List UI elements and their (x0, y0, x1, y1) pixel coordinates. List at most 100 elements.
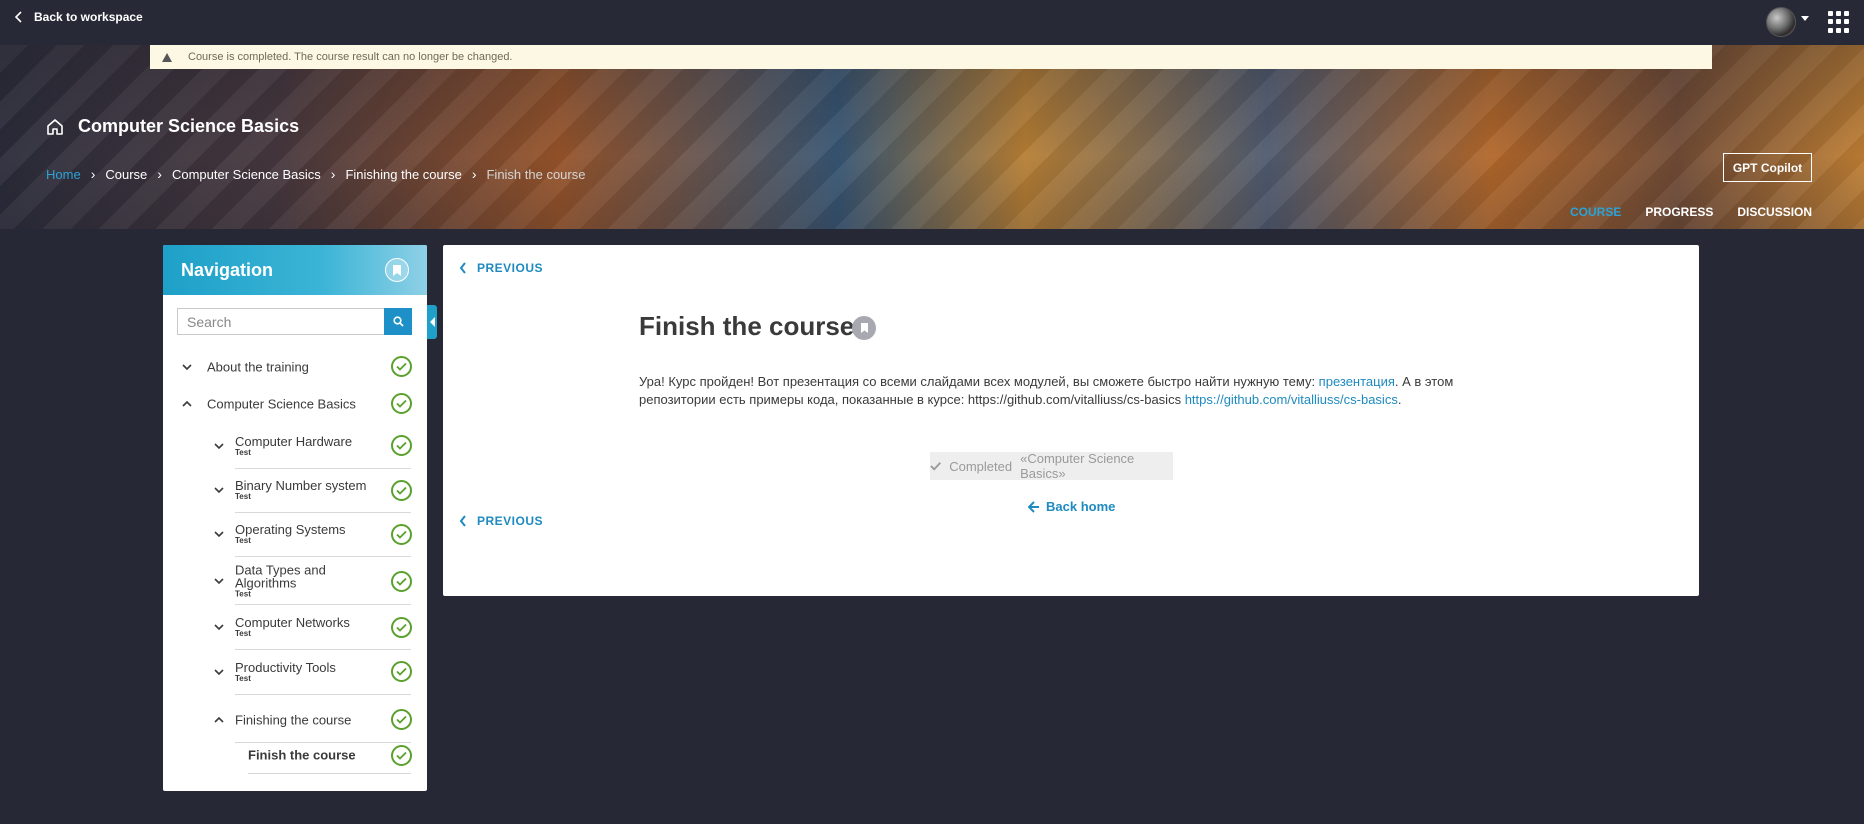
check-circle-icon (391, 570, 412, 592)
chevron-down-icon[interactable] (213, 440, 225, 452)
nav-item[interactable]: Finishing the course (163, 697, 427, 742)
completed-label: Completed (949, 458, 1013, 474)
nav-item-label: Operating Systems (235, 522, 346, 537)
nav-item[interactable]: Productivity Tools Test (163, 649, 427, 694)
nav-item-sublabel: Test (235, 589, 251, 599)
checkmark-icon (930, 462, 941, 471)
chevron-down-icon[interactable] (213, 528, 225, 540)
previous-label: PREVIOUS (477, 261, 544, 275)
home-icon[interactable] (46, 118, 64, 136)
nav-item[interactable]: About the training (163, 349, 427, 384)
breadcrumb-home[interactable]: Home (46, 167, 81, 182)
nav-item-sublabel: Test (235, 447, 251, 457)
check-circle-icon (391, 523, 412, 545)
previous-label: PREVIOUS (477, 514, 544, 528)
page-title: Finish the course (639, 311, 855, 341)
breadcrumb-cs-basics[interactable]: Computer Science Basics (172, 167, 321, 182)
body-text-part3: . (1397, 392, 1402, 407)
grid-apps-icon[interactable] (1828, 11, 1850, 33)
chevron-down-icon[interactable] (181, 361, 193, 373)
nav-item-label: Computer Science Basics (207, 396, 356, 411)
chevron-right-icon: › (90, 166, 96, 182)
nav-divider (248, 773, 411, 774)
check-circle-icon (391, 479, 412, 501)
chevron-right-icon: › (157, 166, 162, 182)
navigation-search (177, 308, 412, 335)
bookmark-icon[interactable] (852, 316, 876, 340)
back-to-workspace-link[interactable]: Back to workspace (14, 10, 143, 24)
completed-status-button: Completed «Computer Science Basics» (930, 451, 1173, 481)
back-to-workspace-label: Back to workspace (34, 10, 143, 24)
nav-item-label: Finishing the course (235, 712, 352, 727)
bookmark-icon[interactable] (385, 258, 409, 282)
back-home-label: Back home (1046, 499, 1116, 514)
breadcrumb-finishing[interactable]: Finishing the course (345, 167, 461, 182)
chevron-up-icon[interactable] (213, 714, 225, 726)
back-home-link[interactable]: Back home (1028, 499, 1115, 514)
user-avatar[interactable] (1766, 7, 1796, 37)
nav-item[interactable]: Computer Science Basics (163, 386, 427, 421)
check-circle-icon (391, 661, 412, 682)
nav-item-label: Productivity Tools (235, 659, 336, 675)
breadcrumb-course[interactable]: Course (105, 167, 147, 182)
breadcrumb-current: Finish the course (486, 166, 586, 182)
completed-course-name: «Computer Science Basics» (1020, 451, 1135, 481)
nav-item-sublabel: Test (235, 629, 251, 638)
nav-item[interactable]: Computer Networks Test (163, 605, 427, 649)
breadcrumb: Home › Course › Computer Science Basics … (46, 166, 585, 182)
presentation-link[interactable]: презентация (1319, 374, 1395, 389)
navigation-panel: Navigation About the training Computer Sc… (163, 245, 427, 791)
previous-button-bottom[interactable]: PREVIOUS (459, 514, 543, 528)
caret-down-icon[interactable] (1801, 16, 1809, 21)
nav-item-label: Finish the course (248, 747, 356, 763)
check-circle-icon (391, 616, 412, 638)
chevron-down-icon[interactable] (213, 575, 225, 587)
check-circle-icon (391, 435, 412, 456)
navigation-header: Navigation (163, 245, 427, 295)
body-text-part1: Ура! Курс пройден! Вот презентация со вс… (639, 374, 1319, 389)
nav-divider (235, 694, 411, 695)
collapse-navigation-handle[interactable] (427, 305, 437, 339)
nav-item-sublabel: Test (235, 673, 251, 683)
tab-course[interactable]: COURSE (1570, 205, 1621, 219)
tab-progress[interactable]: PROGRESS (1645, 205, 1713, 219)
nav-item[interactable]: Finish the course (163, 737, 427, 773)
chevron-down-icon[interactable] (213, 666, 225, 678)
previous-button-top[interactable]: PREVIOUS (459, 261, 543, 275)
chevron-right-icon: › (471, 166, 477, 182)
check-circle-icon (391, 709, 412, 730)
navigation-title: Navigation (181, 259, 274, 280)
gpt-copilot-button[interactable]: GPT Copilot (1723, 153, 1812, 182)
main-content: PREVIOUS Finish the course Ура! Курс про… (443, 245, 1699, 596)
tab-discussion[interactable]: DISCUSSION (1737, 205, 1812, 219)
course-title-text: Computer Science Basics (78, 116, 300, 136)
nav-item-label: Data Types and Algorithms (235, 562, 326, 591)
search-button[interactable] (384, 308, 412, 335)
chevron-right-icon: › (330, 166, 336, 182)
nav-item-sublabel: Test (235, 536, 251, 545)
warning-icon (162, 52, 172, 62)
chevron-up-icon[interactable] (181, 398, 193, 410)
course-tabs: COURSE PROGRESS DISCUSSION (1570, 205, 1812, 219)
chevron-left-icon (14, 11, 22, 23)
nav-item[interactable]: Operating Systems Test (163, 512, 427, 556)
github-link[interactable]: https://github.com/vitalliuss/cs-basics (1185, 392, 1398, 407)
nav-item-label: About the training (207, 359, 309, 374)
course-title: Computer Science Basics (46, 116, 299, 137)
nav-item[interactable]: Computer Hardware Test (163, 423, 427, 468)
nav-item-label: Computer Hardware (235, 433, 353, 449)
nav-divider (235, 556, 411, 557)
nav-item[interactable]: Data Types and Algorithms Test (163, 558, 427, 604)
nav-item-sublabel: Test (235, 492, 251, 501)
course-completed-notice: Course is completed. The course result c… (150, 45, 1712, 69)
chevron-down-icon[interactable] (213, 484, 225, 496)
search-icon (392, 316, 404, 327)
chevron-left-icon (459, 515, 466, 527)
check-circle-icon (391, 744, 412, 766)
nav-item[interactable]: Binary Number system Test (163, 468, 427, 512)
arrow-left-icon (1028, 500, 1039, 513)
chevron-down-icon[interactable] (213, 621, 225, 633)
nav-item-label: Computer Networks (235, 615, 350, 630)
chevron-left-icon (459, 262, 466, 274)
search-input[interactable] (177, 308, 384, 335)
